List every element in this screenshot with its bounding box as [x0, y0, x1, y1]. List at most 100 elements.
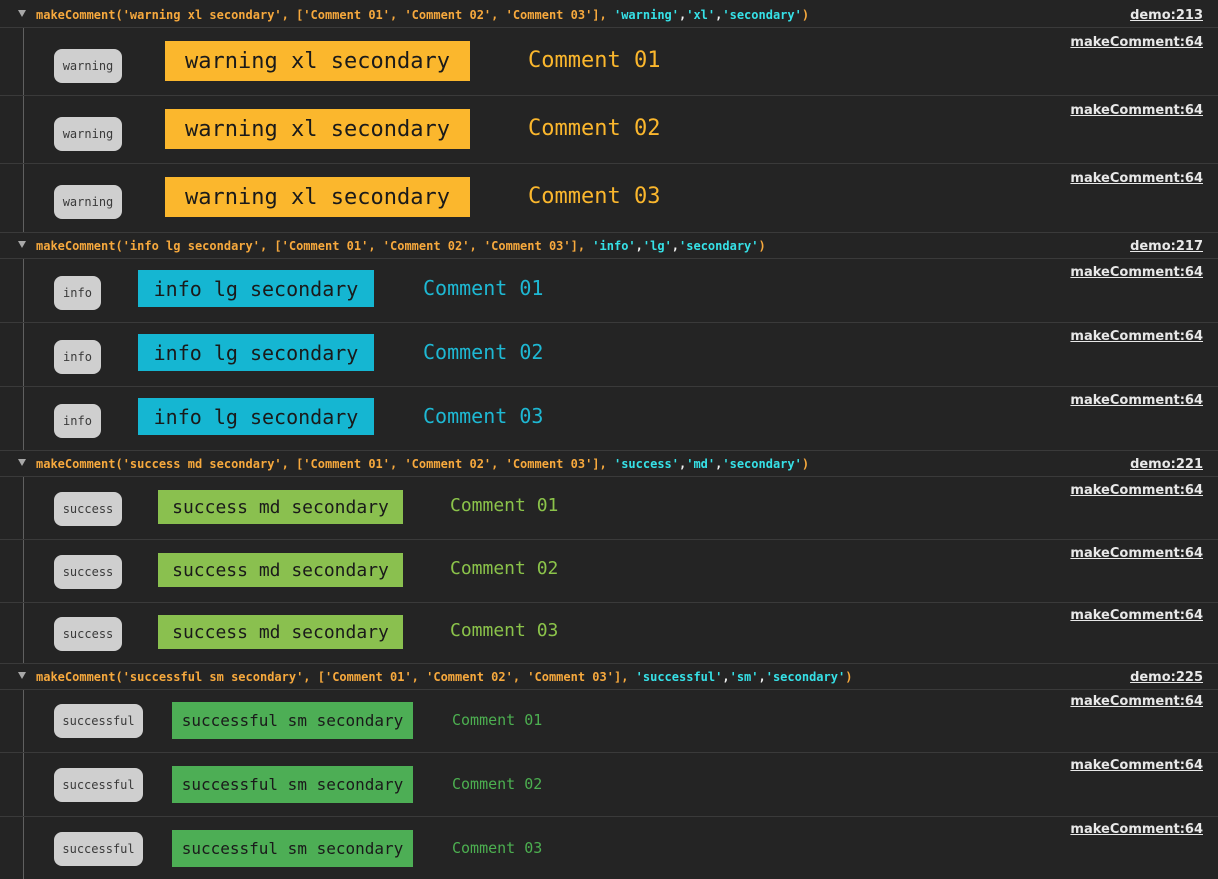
source-link[interactable]: makeComment:64 [1070, 608, 1203, 624]
styled-tag: info lg secondary [138, 270, 374, 307]
source-link[interactable]: makeComment:64 [1070, 103, 1203, 119]
level-pill: warning [54, 117, 122, 151]
console-group-info: makeComment('info lg secondary', ['Comme… [0, 233, 1218, 451]
call-sep: , [635, 239, 643, 253]
call-arg: 'secondary' [765, 670, 846, 684]
level-pill: info [54, 276, 101, 310]
log-row: info info lg secondary Comment 01 makeCo… [0, 259, 1218, 323]
source-link[interactable]: makeComment:64 [1070, 35, 1203, 51]
level-pill: success [54, 555, 122, 589]
console-group-header[interactable]: makeComment('warning xl secondary', ['Co… [0, 2, 1218, 28]
styled-tag: success md secondary [158, 553, 403, 587]
log-row: successful successful sm secondary Comme… [0, 689, 1218, 753]
level-pill: warning [54, 49, 122, 83]
group-call-text: makeComment('info lg secondary', ['Comme… [36, 239, 766, 253]
call-arg: 'info' [592, 239, 636, 253]
call-prefix: makeComment('info lg secondary', ['Comme… [36, 239, 593, 253]
source-link[interactable]: demo:221 [1130, 457, 1203, 473]
call-sep: , [722, 670, 730, 684]
comment-text: Comment 01 [452, 711, 543, 729]
group-call-text: makeComment('success md secondary', ['Co… [36, 457, 809, 471]
comment-text: Comment 02 [423, 340, 544, 364]
log-row: warning warning xl secondary Comment 01 … [0, 28, 1218, 96]
source-link[interactable]: makeComment:64 [1070, 329, 1203, 345]
level-pill: warning [54, 185, 122, 219]
source-link[interactable]: makeComment:64 [1070, 546, 1203, 562]
call-arg: 'warning' [613, 8, 679, 22]
log-row: info info lg secondary Comment 03 makeCo… [0, 387, 1218, 451]
console-group-warning: makeComment('warning xl secondary', ['Co… [0, 2, 1218, 233]
source-link[interactable]: makeComment:64 [1070, 171, 1203, 187]
call-close: ) [801, 457, 810, 471]
comment-text: Comment 02 [452, 775, 543, 793]
level-pill: successful [54, 832, 143, 866]
console-group-header[interactable]: makeComment('success md secondary', ['Co… [0, 451, 1218, 477]
log-row: successful successful sm secondary Comme… [0, 753, 1218, 817]
log-row: warning warning xl secondary Comment 03 … [0, 164, 1218, 233]
call-arg: 'secondary' [679, 239, 759, 253]
styled-tag: successful sm secondary [172, 830, 413, 867]
comment-text: Comment 01 [450, 495, 559, 516]
styled-tag: success md secondary [158, 615, 403, 649]
call-arg: 'lg' [642, 239, 672, 253]
source-link[interactable]: demo:217 [1130, 239, 1203, 255]
source-link[interactable]: makeComment:64 [1070, 694, 1203, 710]
source-link[interactable]: makeComment:64 [1070, 265, 1203, 281]
expand-triangle-icon[interactable] [18, 241, 26, 248]
styled-tag: successful sm secondary [172, 766, 413, 803]
source-link[interactable]: demo:213 [1130, 8, 1203, 24]
level-pill: info [54, 340, 101, 374]
call-prefix: makeComment('success md secondary', ['Co… [36, 457, 614, 471]
call-arg: 'secondary' [722, 457, 802, 471]
log-row: success success md secondary Comment 02 … [0, 540, 1218, 603]
call-prefix: makeComment('successful sm secondary', [… [36, 670, 636, 684]
styled-tag: successful sm secondary [172, 702, 413, 739]
source-link[interactable]: makeComment:64 [1070, 758, 1203, 774]
level-pill: successful [54, 704, 143, 738]
comment-text: Comment 03 [528, 184, 661, 209]
level-pill: info [54, 404, 101, 438]
console-group-success: makeComment('success md secondary', ['Co… [0, 451, 1218, 664]
log-row: info info lg secondary Comment 02 makeCo… [0, 323, 1218, 387]
log-row: success success md secondary Comment 01 … [0, 477, 1218, 540]
level-pill: successful [54, 768, 143, 802]
call-arg: 'secondary' [722, 8, 802, 22]
source-link[interactable]: makeComment:64 [1070, 393, 1203, 409]
level-pill: success [54, 617, 122, 651]
source-link[interactable]: makeComment:64 [1070, 822, 1203, 838]
styled-tag: warning xl secondary [165, 177, 470, 217]
expand-triangle-icon[interactable] [18, 459, 26, 466]
source-link[interactable]: demo:225 [1130, 670, 1203, 686]
comment-text: Comment 03 [423, 404, 544, 428]
console-group-header[interactable]: makeComment('successful sm secondary', [… [0, 664, 1218, 690]
source-link[interactable]: makeComment:64 [1070, 483, 1203, 499]
comment-text: Comment 03 [450, 620, 559, 641]
styled-tag: info lg secondary [138, 398, 374, 435]
comment-text: Comment 02 [450, 558, 559, 579]
call-sep: , [671, 239, 680, 253]
log-row: successful successful sm secondary Comme… [0, 817, 1218, 879]
devtools-console: { "colors": { "warning": "#fbb72d", "inf… [0, 0, 1218, 879]
call-arg: 'md' [686, 457, 716, 471]
level-pill: success [54, 492, 122, 526]
console-group-header[interactable]: makeComment('info lg secondary', ['Comme… [0, 233, 1218, 259]
log-row: success success md secondary Comment 03 … [0, 602, 1218, 664]
comment-text: Comment 03 [452, 839, 543, 857]
group-call-text: makeComment('successful sm secondary', [… [36, 670, 852, 684]
expand-triangle-icon[interactable] [18, 672, 26, 679]
log-row: warning warning xl secondary Comment 02 … [0, 96, 1218, 164]
call-arg: 'sm' [729, 670, 759, 684]
comment-text: Comment 02 [528, 116, 661, 141]
styled-tag: warning xl secondary [165, 109, 470, 149]
call-sep: , [758, 670, 766, 684]
comment-text: Comment 01 [423, 276, 544, 300]
styled-tag: info lg secondary [138, 334, 374, 371]
group-call-text: makeComment('warning xl secondary', ['Co… [36, 8, 809, 22]
styled-tag: warning xl secondary [165, 41, 470, 81]
call-close: ) [801, 8, 810, 22]
expand-triangle-icon[interactable] [18, 10, 26, 17]
call-arg: 'success' [613, 457, 679, 471]
call-prefix: makeComment('warning xl secondary', ['Co… [36, 8, 614, 22]
call-arg: 'xl' [686, 8, 716, 22]
call-close: ) [758, 239, 766, 253]
